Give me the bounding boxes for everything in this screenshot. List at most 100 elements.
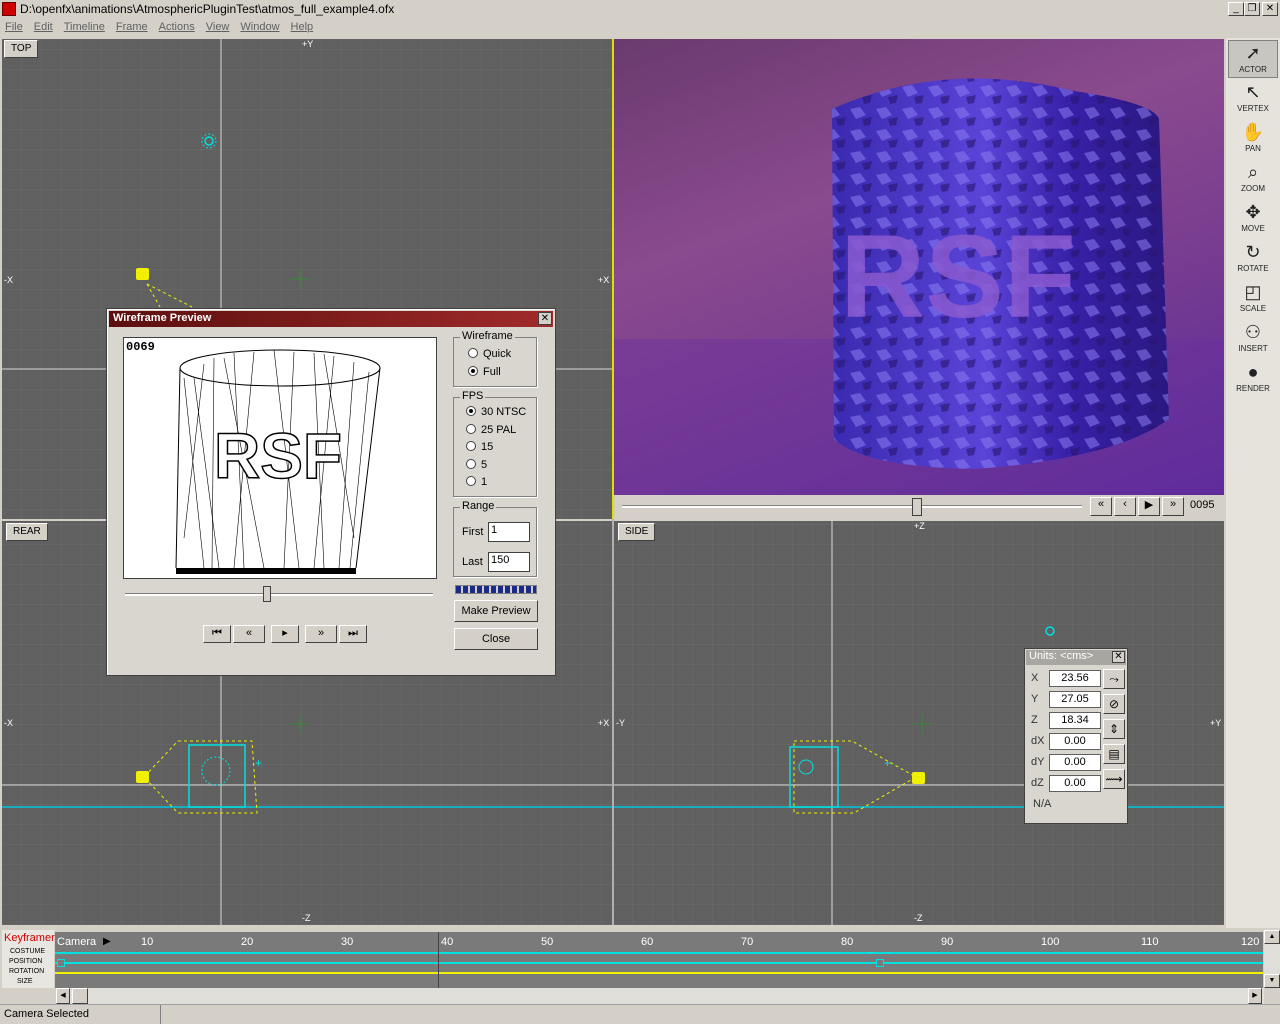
wireframe-group-label: Wireframe [460,330,515,342]
radio-25pal[interactable]: 25 PAL [466,424,516,436]
play-marker-icon[interactable]: ▶ [103,936,111,947]
fast-forward-button[interactable]: » [1162,497,1184,516]
axis-label: +X [598,275,610,285]
radio-30ntsc[interactable]: 30 NTSC [466,406,526,418]
rotate-icon: ↻ [1245,242,1261,262]
fps-group: FPS 30 NTSC 25 PAL 15 5 1 [453,390,537,497]
scroll-up-icon[interactable]: ▲ [1264,930,1280,944]
rewind-button[interactable]: « [233,625,265,643]
range-group-label: Range [460,500,497,512]
axis-label: +Z [914,521,925,531]
first-frame-button[interactable]: ⏮ [203,625,231,643]
x-input[interactable]: 23.56 [1049,670,1101,687]
timeline-tick-label: 70 [741,936,754,948]
tool-pan[interactable]: ✋ PAN [1228,120,1278,158]
menu-file[interactable]: File [0,18,29,33]
frame-slider-thumb[interactable] [911,498,922,516]
menu-edit[interactable]: Edit [29,18,59,33]
scroll-left-icon[interactable]: ◀ [56,988,70,1004]
radio-quick[interactable]: Quick [468,348,511,360]
radio-5[interactable]: 5 [466,459,487,471]
first-label: First [462,526,484,538]
prev-key-button[interactable]: ‹ [1114,497,1136,516]
wireframe-preview-dialog: Wireframe Preview ✕ RSF 0069 ⏮ « ▸ » ⏭ W… [106,308,556,676]
make-preview-button[interactable]: Make Preview [454,600,538,622]
timeline-tick-label: 100 [1041,936,1060,948]
play-button[interactable]: ▶ [1138,497,1160,516]
tool-zoom[interactable]: ⌕ ZOOM [1228,160,1278,198]
dialog-close-icon[interactable]: ✕ [538,312,552,325]
tool-scale[interactable]: ◰ SCALE [1228,280,1278,318]
step-back-button[interactable]: « [1090,497,1112,516]
track-size[interactable]: SIZE [17,978,33,985]
radio-15[interactable]: 15 [466,441,493,453]
close-window-button[interactable]: ✕ [1262,2,1278,16]
tool-rotate[interactable]: ↻ ROTATE [1228,240,1278,278]
menu-actions[interactable]: Actions [154,18,201,33]
scroll-down-icon[interactable]: ▼ [1264,974,1280,988]
timeline-ruler: 10 20 30 40 50 60 70 80 90 100 110 120 [115,936,1263,950]
forward-button[interactable]: » [305,625,337,643]
track-costume[interactable]: COSTUME [10,948,45,955]
menu-window[interactable]: Window [235,18,285,33]
ruler-icon[interactable]: ▤ [1103,744,1125,764]
tool-vertex[interactable]: ↖ VERTEX [1228,80,1278,118]
close-button[interactable]: Close [454,628,538,650]
menu-view[interactable]: View [201,18,236,33]
track-rotation[interactable]: ROTATION [9,968,44,975]
preview-slider-track[interactable] [125,593,433,596]
radio-1[interactable]: 1 [466,476,487,488]
vertex-arrow-icon: ↖ [1245,82,1261,102]
timeline-tick-label: 60 [641,936,654,948]
timeline-vertical-scrollbar[interactable]: ▲ ▼ [1264,930,1280,988]
rear-viewport-label[interactable]: REAR [6,523,48,541]
first-frame-input[interactable]: 1 [488,522,530,542]
menu-help[interactable]: Help [286,18,320,33]
y-input[interactable]: 27.05 [1049,691,1101,708]
side-viewport-label[interactable]: SIDE [618,523,656,541]
minimize-button[interactable]: _ [1228,2,1244,16]
keyframe-marker[interactable] [57,959,65,967]
align-icon[interactable]: ⇕ [1103,719,1125,739]
keyframe-marker[interactable] [876,959,884,967]
track-area[interactable]: Camera ▶ 10 20 30 40 50 60 70 80 90 100 110 120 [55,932,1263,988]
tool-move[interactable]: ✥ MOVE [1228,200,1278,238]
dz-input[interactable]: 0.00 [1049,775,1101,792]
keyframer-panel: Keyframer COSTUME POSITION ROTATION SIZE [2,930,55,988]
preview-slider-thumb[interactable] [263,586,271,602]
last-frame-input[interactable]: 150 [488,552,530,572]
preview-progress-bar [455,585,537,594]
menu-frame[interactable]: Frame [111,18,154,33]
insert-icon: ⚇ [1244,322,1262,342]
scroll-thumb[interactable] [72,988,88,1004]
menu-timeline[interactable]: Timeline [59,18,111,33]
units-close-icon[interactable]: ✕ [1112,651,1125,663]
no-entry-icon[interactable]: ⊘ [1103,694,1125,714]
app-icon[interactable] [2,2,16,16]
dy-input[interactable]: 0.00 [1049,754,1101,771]
link-icon[interactable]: ⟿ [1103,769,1125,789]
preview-play-button[interactable]: ▸ [271,625,299,643]
tool-insert[interactable]: ⚇ INSERT [1228,320,1278,358]
path-icon[interactable]: ⤳ [1103,669,1125,689]
timeline-horizontal-scrollbar[interactable]: ◀ ▶ [56,988,1264,1004]
tool-actor[interactable]: ➚ ACTOR [1228,40,1278,78]
render-icon: ● [1247,362,1259,382]
axis-label: -Z [914,913,923,923]
tool-render[interactable]: ● RENDER [1228,360,1278,398]
dx-input[interactable]: 0.00 [1049,733,1101,750]
side-viewport[interactable]: + SIDE +Z -Y +Y -Z [614,521,1224,925]
camera-viewport[interactable]: RSF [614,39,1224,495]
tools-panel: ➚ ACTOR ↖ VERTEX ✋ PAN ⌕ ZOOM ✥ MOVE ↻ ROTATE … [1226,38,1280,928]
track-position[interactable]: POSITION [9,958,42,965]
z-input[interactable]: 18.34 [1049,712,1101,729]
top-viewport-label[interactable]: TOP [4,40,39,58]
wireframe-group: Wireframe Quick Full [453,330,537,387]
hand-icon: ✋ [1241,122,1265,142]
last-frame-button[interactable]: ⏭ [339,625,367,643]
scroll-right-icon[interactable]: ▶ [1248,988,1262,1004]
restore-button[interactable]: ❐ [1244,2,1260,16]
current-frame-line [438,932,439,988]
radio-full[interactable]: Full [468,366,501,378]
frame-slider-track[interactable] [622,505,1082,508]
